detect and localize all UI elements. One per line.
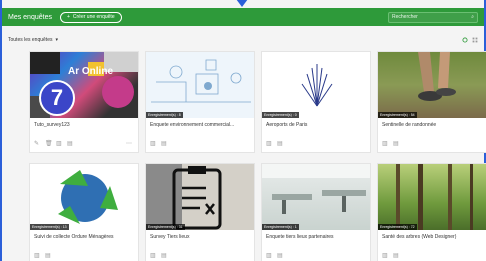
analyze-icon[interactable]: ▥ (34, 253, 40, 259)
recycling-image (58, 170, 118, 224)
clipboard-image (146, 164, 222, 230)
survey-card[interactable]: Enregistrement(s) : 13 Suivi de collecte… (29, 163, 139, 261)
survey-card[interactable]: Ar Online 7 Tuto_survey123 ✎ 🗑 ▥ ▤ ⋯ (29, 51, 139, 153)
forest-photo-image (396, 164, 473, 230)
survey-name: Tuto_survey123 (34, 122, 70, 128)
data-icon[interactable]: ▤ (45, 253, 51, 259)
refresh-icon[interactable] (462, 37, 468, 43)
chevron-down-icon: ▾ (55, 37, 58, 43)
data-icon[interactable]: ▤ (393, 253, 399, 259)
page-title: Mes enquêtes (8, 13, 52, 21)
data-icon[interactable]: ▤ (161, 141, 167, 147)
survey-name: Sentinelle de randonnée (382, 122, 437, 128)
filter-label: Toutes les enquêtes (8, 37, 53, 43)
analyze-icon[interactable]: ▥ (56, 141, 62, 147)
survey-name: Survey Tiers lieux (150, 234, 190, 240)
survey-card[interactable]: Enregistrement(s) : 72 Santé des arbres … (377, 163, 486, 261)
collage-text: Ar Online (68, 66, 114, 77)
survey-card[interactable]: Enregistrement(s) : 31 Survey Tiers lieu… (145, 163, 255, 261)
record-count-badge: Enregistrement(s) : 72 (378, 224, 417, 230)
plus-icon: + (66, 14, 70, 20)
drop-indicator-icon (236, 0, 248, 7)
survey-filter-dropdown[interactable]: Toutes les enquêtes ▾ (8, 37, 58, 43)
data-icon[interactable]: ▤ (161, 253, 167, 259)
survey-thumbnail: Enregistrement(s) : 0 (262, 52, 370, 118)
create-survey-button[interactable]: + Créer une enquête (59, 11, 122, 23)
survey-card[interactable]: Enregistrement(s) : 8 Enquete environnem… (145, 51, 255, 153)
data-icon[interactable]: ▤ (277, 141, 283, 147)
record-count-badge: Enregistrement(s) : 31 (146, 224, 185, 230)
search-placeholder: Rechercher (392, 14, 418, 20)
survey-thumbnail: Ar Online 7 (30, 52, 138, 118)
analyze-icon[interactable]: ▥ (382, 141, 388, 147)
analyze-icon[interactable]: ▥ (150, 141, 156, 147)
survey-grid: Ar Online 7 Tuto_survey123 ✎ 🗑 ▥ ▤ ⋯ Enr… (29, 51, 486, 261)
filter-bar: Toutes les enquêtes ▾ (8, 35, 478, 45)
commerce-map-image (151, 59, 251, 103)
edit-icon[interactable]: ✎ (34, 141, 40, 147)
header-bar: Mes enquêtes + Créer une enquête Recherc… (2, 8, 484, 26)
survey-card[interactable]: Enregistrement(s) : 0 Aeroports de Paris… (261, 51, 371, 153)
create-survey-label: Créer une enquête (72, 14, 115, 20)
survey-name: Aeroports de Paris (266, 122, 308, 128)
airport-logo-image (301, 64, 333, 107)
search-input[interactable]: Rechercher ⌕ (388, 11, 478, 23)
survey-card[interactable]: Enregistrement(s) : 1 Enquete tiers lieu… (261, 163, 371, 261)
data-icon[interactable]: ▤ (393, 141, 399, 147)
delete-icon[interactable]: 🗑 (45, 141, 53, 147)
record-count-badge: Enregistrement(s) : 13 (30, 224, 69, 230)
data-icon[interactable]: ▤ (67, 141, 73, 147)
survey-name: Enquete environnement commercial... (150, 122, 235, 128)
step-number-badge: 7 (39, 80, 75, 116)
record-count-badge: Enregistrement(s) : 1 (262, 224, 299, 230)
survey-thumbnail: Enregistrement(s) : 54 (378, 52, 486, 118)
analyze-icon[interactable]: ▥ (150, 253, 156, 259)
survey-name: Santé des arbres (Web Designer) (382, 234, 457, 240)
more-options-icon[interactable]: ⋯ (126, 140, 132, 147)
survey-thumbnail: Enregistrement(s) : 31 (146, 164, 254, 230)
analyze-icon[interactable]: ▥ (266, 253, 272, 259)
survey-thumbnail: Enregistrement(s) : 72 (378, 164, 486, 230)
office-photo-image (262, 164, 370, 214)
survey-card[interactable]: Enregistrement(s) : 54 Sentinelle de ran… (377, 51, 486, 153)
search-icon: ⌕ (471, 14, 474, 20)
analyze-icon[interactable]: ▥ (382, 253, 388, 259)
record-count-badge: Enregistrement(s) : 8 (146, 112, 183, 118)
survey-thumbnail: Enregistrement(s) : 8 (146, 52, 254, 118)
record-count-badge: Enregistrement(s) : 54 (378, 112, 417, 118)
survey-thumbnail: Enregistrement(s) : 13 (30, 164, 138, 230)
data-icon[interactable]: ▤ (277, 253, 283, 259)
record-count-badge: Enregistrement(s) : 0 (262, 112, 299, 118)
analyze-icon[interactable]: ▥ (266, 141, 272, 147)
survey-thumbnail: Enregistrement(s) : 1 (262, 164, 370, 230)
app-frame: Mes enquêtes + Créer une enquête Recherc… (0, 0, 486, 261)
grid-view-icon[interactable] (472, 37, 478, 43)
survey-name: Suivi de collecte Ordure Ménagères (34, 234, 114, 240)
survey-name: Enquete tiers lieux partenaires (266, 234, 334, 240)
hiking-photo-image (418, 52, 456, 101)
